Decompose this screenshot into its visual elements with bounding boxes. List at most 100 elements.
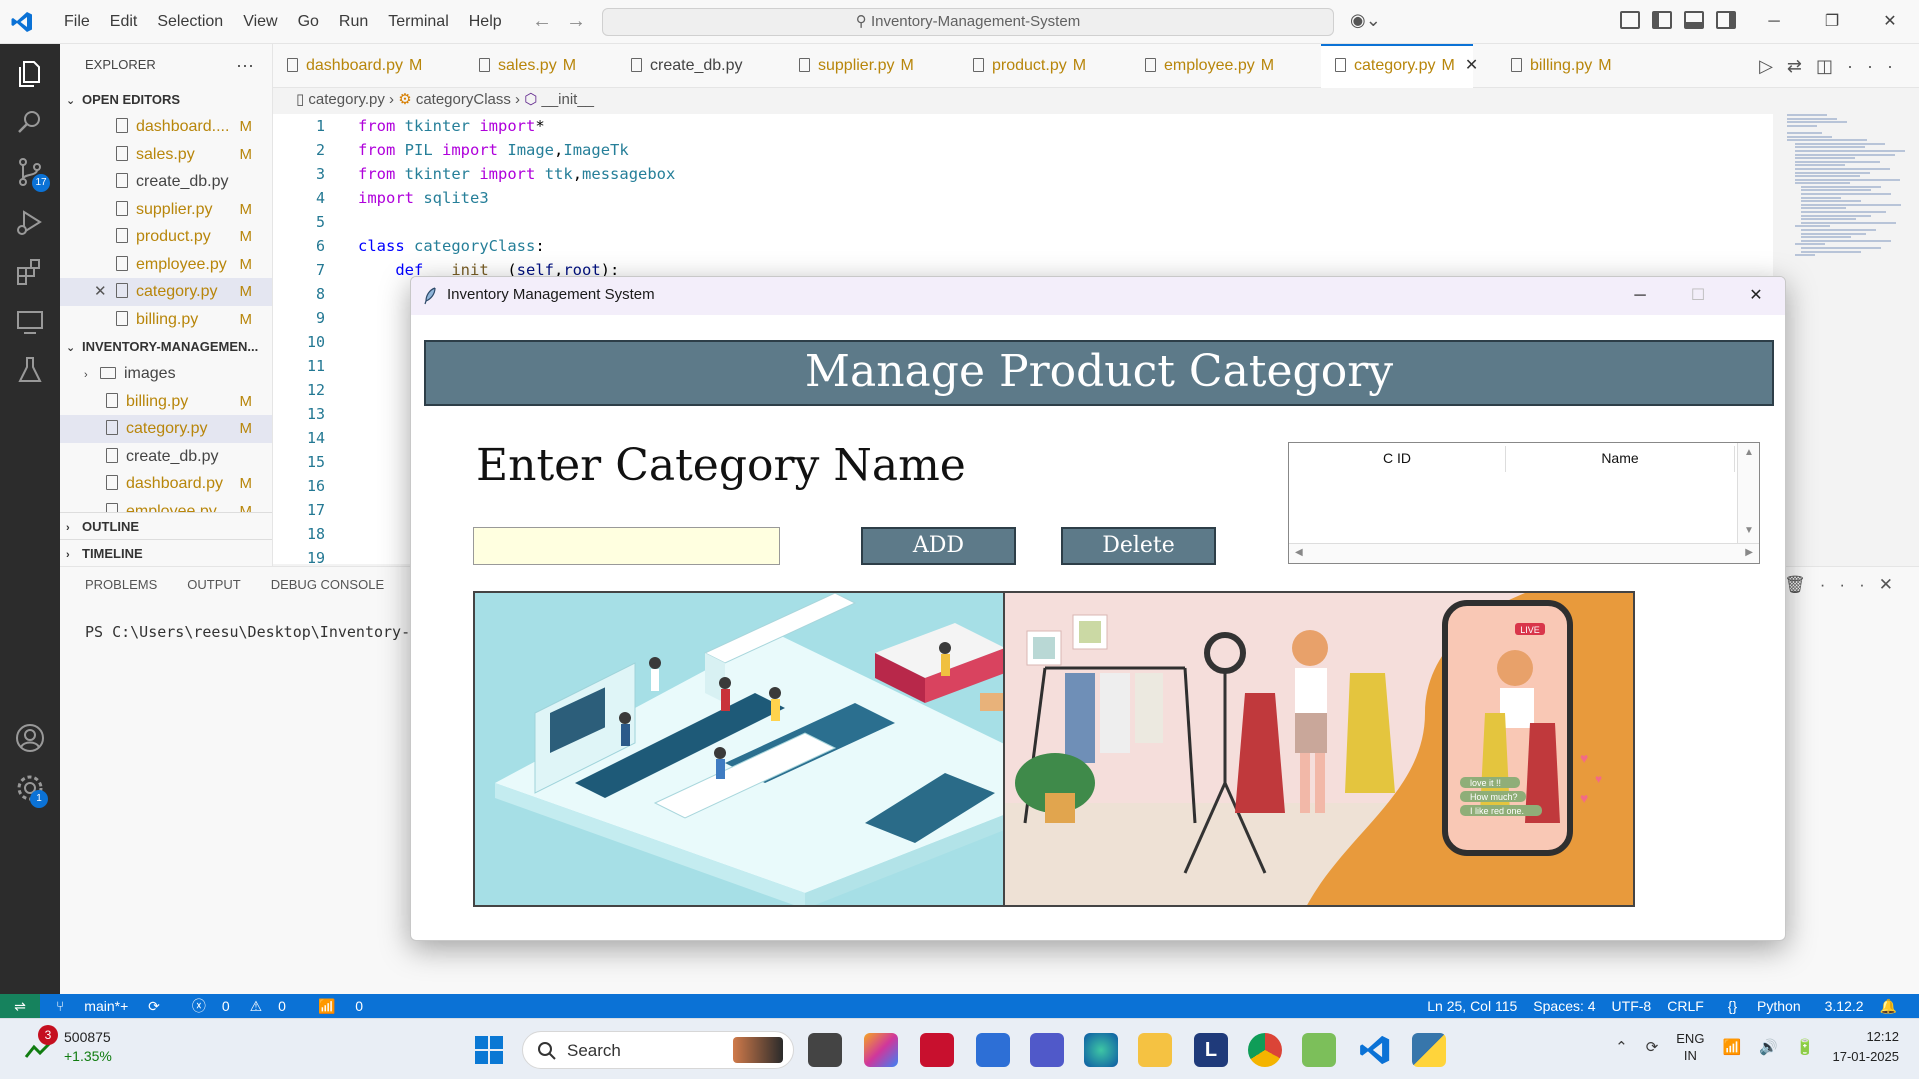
toggle-primary-sidebar-icon[interactable] (1652, 11, 1672, 29)
remote-explorer-icon[interactable] (14, 306, 46, 338)
line-ending[interactable]: CRLF (1659, 994, 1712, 1018)
column-header-cid[interactable]: C ID (1289, 446, 1506, 472)
tab-supplier[interactable]: supplier.py M (799, 44, 914, 88)
testing-icon[interactable] (14, 354, 46, 386)
toggle-panel-icon[interactable] (1684, 11, 1704, 29)
extensions-icon[interactable] (14, 256, 46, 288)
command-center[interactable]: ⚲ Inventory-Management-System (602, 8, 1334, 36)
close-icon[interactable]: ✕ (1727, 277, 1785, 315)
more-actions-icon[interactable]: ··· (236, 44, 254, 86)
cursor-position[interactable]: Ln 25, Col 115 (1419, 994, 1525, 1018)
breadcrumb-file[interactable]: category.py (308, 91, 384, 108)
add-button[interactable]: ADD (861, 527, 1016, 565)
scroll-right-icon[interactable]: ▶ (1745, 547, 1753, 558)
minimap[interactable] (1787, 114, 1907, 394)
more-actions-icon[interactable]: ··· (1847, 56, 1907, 76)
open-editor-item[interactable]: billing.py M (60, 306, 272, 334)
open-editor-item[interactable]: product.py M (60, 223, 272, 251)
vertical-scrollbar[interactable]: ▲ ▼ (1737, 443, 1759, 543)
problems-indicator[interactable]: ⓧ 0 ⚠ 0 (176, 994, 302, 1018)
mcafee-icon[interactable] (920, 1033, 954, 1067)
breadcrumb-method[interactable]: __init__ (541, 91, 594, 108)
store-icon[interactable] (976, 1033, 1010, 1067)
open-editor-item-active[interactable]: ✕ category.py M (60, 278, 272, 306)
open-editors-section[interactable]: ⌄ OPEN EDITORS (60, 86, 272, 113)
python-icon[interactable] (1412, 1033, 1446, 1067)
run-debug-icon[interactable] (14, 206, 46, 238)
open-editor-item[interactable]: dashboard.... M (60, 113, 272, 141)
teams-icon[interactable] (1030, 1033, 1064, 1067)
windows-start-icon[interactable] (472, 1033, 506, 1067)
open-editor-item[interactable]: supplier.py M (60, 196, 272, 224)
back-arrow-icon[interactable]: ← (532, 10, 566, 32)
task-view-icon[interactable] (808, 1033, 842, 1067)
compare-icon[interactable]: ⇄ (1787, 56, 1816, 76)
maximize-icon[interactable]: ☐ (1669, 277, 1727, 315)
menu-file[interactable]: File (54, 12, 100, 32)
remote-indicator-icon[interactable]: ⇌ (0, 994, 40, 1018)
l-app-icon[interactable]: L (1194, 1033, 1228, 1067)
tab-create-db[interactable]: create_db.py (631, 44, 743, 88)
menu-edit[interactable]: Edit (100, 12, 148, 32)
forward-arrow-icon[interactable]: → (566, 10, 600, 32)
tab-billing[interactable]: billing.py M (1511, 44, 1612, 88)
tab-debug-console[interactable]: DEBUG CONSOLE (271, 577, 384, 592)
more-actions-icon[interactable]: ··· (1820, 575, 1879, 594)
tab-dashboard[interactable]: dashboard.py M (287, 44, 422, 88)
category-name-input[interactable] (473, 527, 780, 565)
search-icon[interactable] (14, 106, 46, 138)
breadcrumb-class[interactable]: categoryClass (416, 91, 511, 108)
minimize-icon[interactable]: ─ (1611, 277, 1669, 315)
close-tab-icon[interactable]: ✕ (1465, 57, 1478, 74)
manage-gear-icon[interactable]: 1 (14, 772, 48, 808)
scroll-left-icon[interactable]: ◀ (1295, 547, 1303, 558)
open-editor-item[interactable]: employee.py M (60, 251, 272, 279)
vscode-taskbar-icon[interactable] (1358, 1033, 1392, 1067)
scroll-down-icon[interactable]: ▼ (1744, 525, 1754, 536)
edge-icon[interactable] (1084, 1033, 1118, 1067)
category-table[interactable]: C ID Name ▲ ▼ ◀ ▶ (1288, 442, 1760, 564)
menu-view[interactable]: View (233, 12, 287, 32)
file-item[interactable]: dashboard.py M (60, 470, 272, 498)
tab-category[interactable]: category.py M ✕ (1321, 44, 1478, 88)
close-editor-icon[interactable]: ✕ (94, 278, 107, 306)
terminal-prompt[interactable]: PS C:\Users\reesu\Desktop\Inventory- (85, 623, 410, 641)
accounts-icon[interactable] (14, 722, 46, 754)
tab-employee[interactable]: employee.py M (1145, 44, 1274, 88)
customize-layout-icon[interactable] (1620, 11, 1640, 29)
project-section[interactable]: ⌄ INVENTORY-MANAGEMEN... (60, 333, 272, 360)
run-icon[interactable]: ▷ (1759, 56, 1787, 76)
notifications-bell-icon[interactable]: 🔔 (1872, 994, 1905, 1018)
ports-indicator[interactable]: 📶 0 (302, 994, 379, 1018)
battery-icon[interactable]: 🔋 (1796, 1038, 1815, 1056)
clock[interactable]: 12:12 17-01-2025 (1833, 1027, 1900, 1067)
file-item[interactable]: create_db.py (60, 443, 272, 471)
close-icon[interactable]: ✕ (1861, 0, 1919, 44)
file-item[interactable]: billing.py M (60, 388, 272, 416)
tab-problems[interactable]: PROBLEMS (85, 577, 157, 592)
volume-icon[interactable]: 🔊 (1759, 1038, 1778, 1056)
tab-sales[interactable]: sales.py M (479, 44, 576, 88)
menu-go[interactable]: Go (288, 12, 329, 32)
menu-run[interactable]: Run (329, 12, 378, 32)
copilot-app-icon[interactable] (864, 1033, 898, 1067)
indentation[interactable]: Spaces: 4 (1525, 994, 1603, 1018)
sync-tray-icon[interactable]: ⟳ (1646, 1038, 1659, 1056)
scroll-up-icon[interactable]: ▲ (1744, 447, 1754, 458)
minimize-icon[interactable]: ─ (1745, 0, 1803, 44)
outline-section[interactable]: › OUTLINE (60, 511, 272, 539)
encoding[interactable]: UTF-8 (1604, 994, 1660, 1018)
trash-icon[interactable]: 🗑 (1784, 575, 1820, 594)
horizontal-scrollbar[interactable]: ◀ ▶ (1289, 543, 1759, 563)
chevron-up-icon[interactable]: ⌃ (1615, 1038, 1628, 1056)
explorer-icon[interactable] (14, 58, 46, 90)
image-app-icon[interactable] (1302, 1033, 1336, 1067)
menu-selection[interactable]: Selection (147, 12, 233, 32)
tab-product[interactable]: product.py M (973, 44, 1086, 88)
split-editor-icon[interactable]: ◫ (1816, 56, 1847, 76)
delete-button[interactable]: Delete (1061, 527, 1216, 565)
close-panel-icon[interactable]: ✕ (1879, 575, 1907, 594)
restore-icon[interactable]: ❐ (1803, 0, 1861, 44)
file-item-selected[interactable]: category.py M (60, 415, 272, 443)
toggle-secondary-sidebar-icon[interactable] (1716, 11, 1736, 29)
